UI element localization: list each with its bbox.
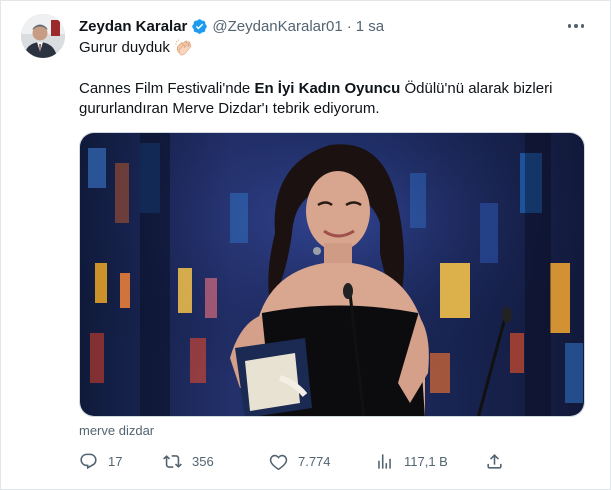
clapping-hands-emoji-icon [174, 38, 194, 58]
media-caption[interactable]: merve dizdar [79, 423, 154, 438]
avatar-image [21, 14, 65, 58]
reply-icon [80, 453, 97, 469]
tweet-text-part1: Cannes Film Festivali'nde [79, 80, 255, 97]
tweet-text-bold: En İyi Kadın Oyuncu [254, 80, 401, 97]
separator-dot: · [346, 17, 352, 35]
more-options-icon[interactable] [563, 15, 589, 37]
share-icon [487, 453, 502, 469]
author-handle[interactable]: @ZeydanKaralar01 [212, 18, 342, 35]
tweet-text-body: Cannes Film Festivali'nde En İyi Kadın O… [79, 79, 589, 119]
like-count: 7.774 [298, 453, 331, 469]
avatar[interactable] [21, 14, 65, 58]
views-button[interactable]: 117,1 B [375, 450, 448, 472]
tweet-header: Zeydan Karalar @ZeydanKaralar01 · 1 sa [79, 15, 384, 37]
reply-count: 17 [108, 453, 123, 469]
view-count: 117,1 B [404, 453, 448, 469]
tweet-timestamp[interactable]: 1 sa [356, 18, 384, 35]
verified-badge-icon [191, 18, 208, 35]
retweet-icon [163, 454, 182, 468]
views-chart-icon [378, 453, 391, 469]
tweet-actions: 17 356 7.774 117,1 B [79, 450, 589, 472]
tweet-media-photo[interactable] [79, 132, 585, 417]
heart-icon [269, 454, 288, 470]
tweet-text-gurur: Gurur duyduk [79, 39, 170, 56]
tweet-card[interactable]: Zeydan Karalar @ZeydanKaralar01 · 1 sa G… [0, 0, 611, 490]
reply-button[interactable]: 17 [79, 450, 122, 472]
like-button[interactable]: 7.774 [269, 450, 331, 472]
retweet-button[interactable]: 356 [163, 450, 214, 472]
author-name[interactable]: Zeydan Karalar [79, 18, 187, 35]
tweet-text-line1: Gurur duyduk [79, 38, 194, 58]
retweet-count: 356 [192, 453, 214, 469]
share-button[interactable] [485, 450, 514, 472]
photo-image [80, 133, 584, 416]
